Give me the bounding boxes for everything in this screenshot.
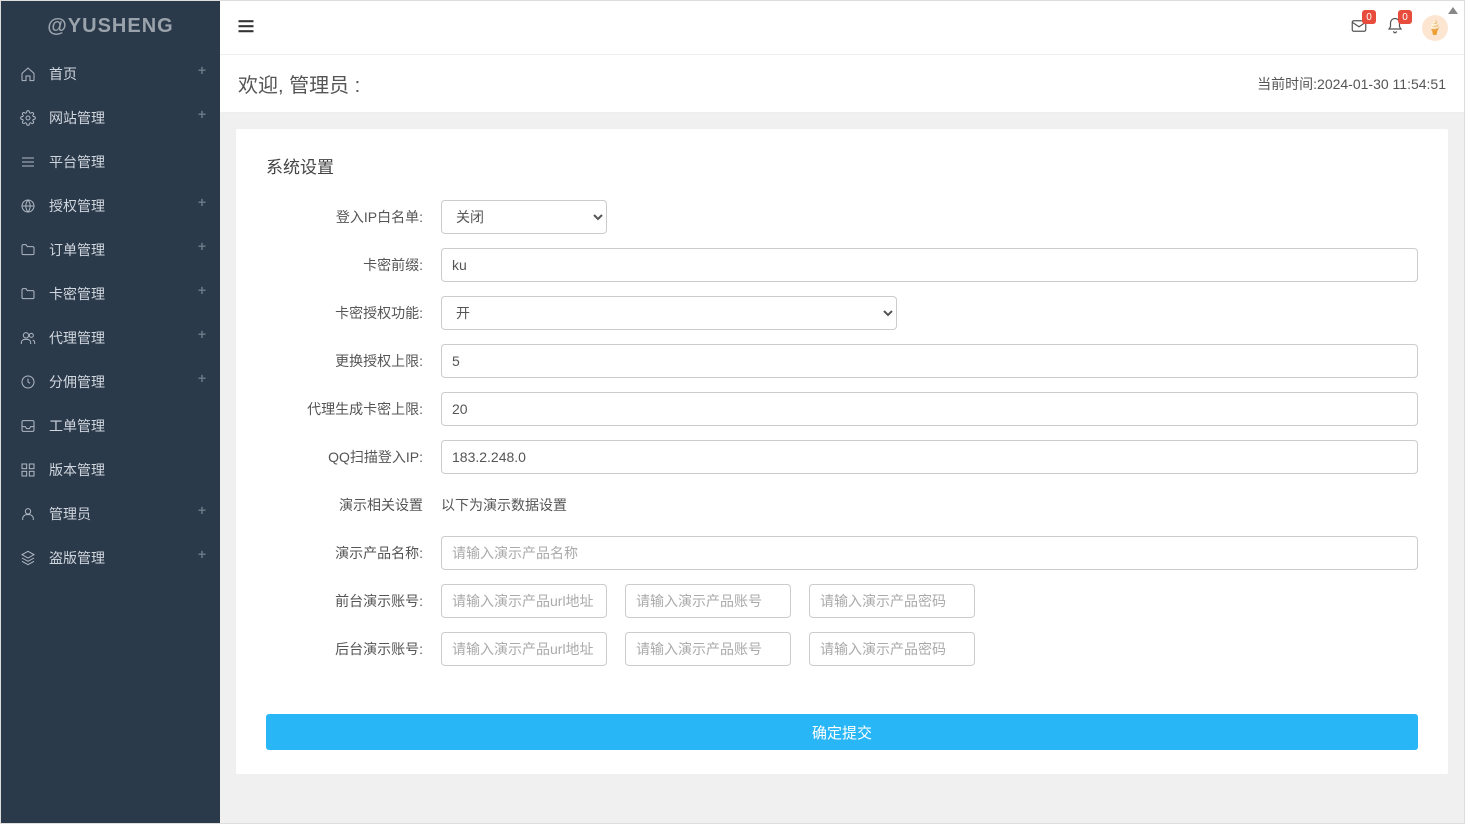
avatar[interactable]: 🍦 — [1422, 15, 1448, 41]
sidebar-item-label: 卡密管理 — [49, 284, 105, 304]
input-qq-ip[interactable] — [441, 440, 1418, 474]
sidebar-item-5[interactable]: 卡密管理 + — [1, 272, 220, 316]
sidebar-item-label: 工单管理 — [49, 416, 105, 436]
sidebar-item-10[interactable]: 管理员 + — [1, 492, 220, 536]
sidebar-item-label: 订单管理 — [49, 240, 105, 260]
label-change-limit: 更换授权上限: — [266, 351, 441, 371]
panel-title: 系统设置 — [266, 153, 1418, 178]
label-card-prefix: 卡密前缀: — [266, 255, 441, 275]
select-ip-whitelist[interactable]: 关闭 — [441, 200, 607, 234]
input-agent-card-limit[interactable] — [441, 392, 1418, 426]
submit-button[interactable]: 确定提交 — [266, 714, 1418, 750]
demo-section-note: 以下为演示数据设置 — [441, 488, 567, 522]
expand-icon: + — [198, 502, 206, 518]
sidebar-item-7[interactable]: 分佣管理 + — [1, 360, 220, 404]
sidebar-item-label: 分佣管理 — [49, 372, 105, 392]
label-qq-ip: QQ扫描登入IP: — [266, 447, 441, 467]
sidebar-item-label: 平台管理 — [49, 152, 105, 172]
label-agent-card-limit: 代理生成卡密上限: — [266, 399, 441, 419]
sidebar-item-1[interactable]: 网站管理 + — [1, 96, 220, 140]
folder-icon — [19, 241, 37, 259]
topbar: 0 0 🍦 — [220, 1, 1464, 55]
expand-icon: + — [198, 370, 206, 386]
sidebar-item-label: 管理员 — [49, 504, 91, 524]
label-demo-product: 演示产品名称: — [266, 543, 441, 563]
hamburger-icon[interactable] — [236, 16, 256, 39]
welcome-text: 欢迎, 管理员 : — [238, 69, 360, 98]
expand-icon: + — [198, 106, 206, 122]
menu-icon — [19, 153, 37, 171]
sidebar-item-label: 网站管理 — [49, 108, 105, 128]
user-icon — [19, 505, 37, 523]
input-demo-product[interactable] — [441, 536, 1418, 570]
input-change-limit[interactable] — [441, 344, 1418, 378]
sidebar-item-3[interactable]: 授权管理 + — [1, 184, 220, 228]
mail-badge: 0 — [1362, 10, 1376, 24]
sidebar-item-label: 盗版管理 — [49, 548, 105, 568]
expand-icon: + — [198, 238, 206, 254]
input-front-demo-password[interactable] — [809, 584, 975, 618]
sidebar-item-label: 版本管理 — [49, 460, 105, 480]
gear-icon — [19, 109, 37, 127]
input-back-demo-url[interactable] — [441, 632, 607, 666]
brand-logo: @YUSHENG — [1, 1, 220, 52]
bell-icon[interactable]: 0 — [1386, 17, 1404, 38]
sidebar-item-9[interactable]: 版本管理 — [1, 448, 220, 492]
mail-icon[interactable]: 0 — [1350, 17, 1368, 38]
expand-icon: + — [198, 194, 206, 210]
scroll-up-button[interactable] — [1448, 7, 1458, 14]
label-card-auth: 卡密授权功能: — [266, 303, 441, 323]
input-back-demo-password[interactable] — [809, 632, 975, 666]
settings-panel: 系统设置 登入IP白名单: 关闭 卡密前缀: 卡密 — [236, 129, 1448, 774]
sidebar-item-2[interactable]: 平台管理 — [1, 140, 220, 184]
current-time: 当前时间:2024-01-30 11:54:51 — [1257, 74, 1446, 94]
bell-badge: 0 — [1398, 10, 1412, 24]
layers-icon — [19, 549, 37, 567]
clock-icon — [19, 373, 37, 391]
input-front-demo-url[interactable] — [441, 584, 607, 618]
sidebar-item-label: 授权管理 — [49, 196, 105, 216]
expand-icon: + — [198, 546, 206, 562]
sidebar-item-11[interactable]: 盗版管理 + — [1, 536, 220, 580]
sidebar-item-6[interactable]: 代理管理 + — [1, 316, 220, 360]
sidebar-item-0[interactable]: 首页 + — [1, 52, 220, 96]
input-front-demo-account[interactable] — [625, 584, 791, 618]
select-card-auth[interactable]: 开 — [441, 296, 897, 330]
folder-icon — [19, 285, 37, 303]
label-demo-section: 演示相关设置 — [266, 495, 441, 515]
input-card-prefix[interactable] — [441, 248, 1418, 282]
expand-icon: + — [198, 326, 206, 342]
inbox-icon — [19, 417, 37, 435]
main-area: 0 0 🍦 欢迎, 管理员 : 当前时间:2024-01-30 11:54:51… — [220, 1, 1464, 823]
label-front-demo: 前台演示账号: — [266, 591, 441, 611]
home-icon — [19, 65, 37, 83]
users-icon — [19, 329, 37, 347]
input-back-demo-account[interactable] — [625, 632, 791, 666]
sidebar-item-8[interactable]: 工单管理 — [1, 404, 220, 448]
sidebar: @YUSHENG 首页+网站管理+平台管理授权管理+订单管理+卡密管理+代理管理… — [1, 1, 220, 823]
expand-icon: + — [198, 62, 206, 78]
label-ip-whitelist: 登入IP白名单: — [266, 207, 441, 227]
label-back-demo: 后台演示账号: — [266, 639, 441, 659]
sidebar-item-4[interactable]: 订单管理 + — [1, 228, 220, 272]
grid-icon — [19, 461, 37, 479]
sidebar-item-label: 代理管理 — [49, 328, 105, 348]
globe-icon — [19, 197, 37, 215]
sidebar-item-label: 首页 — [49, 64, 77, 84]
welcome-bar: 欢迎, 管理员 : 当前时间:2024-01-30 11:54:51 — [220, 55, 1464, 113]
expand-icon: + — [198, 282, 206, 298]
